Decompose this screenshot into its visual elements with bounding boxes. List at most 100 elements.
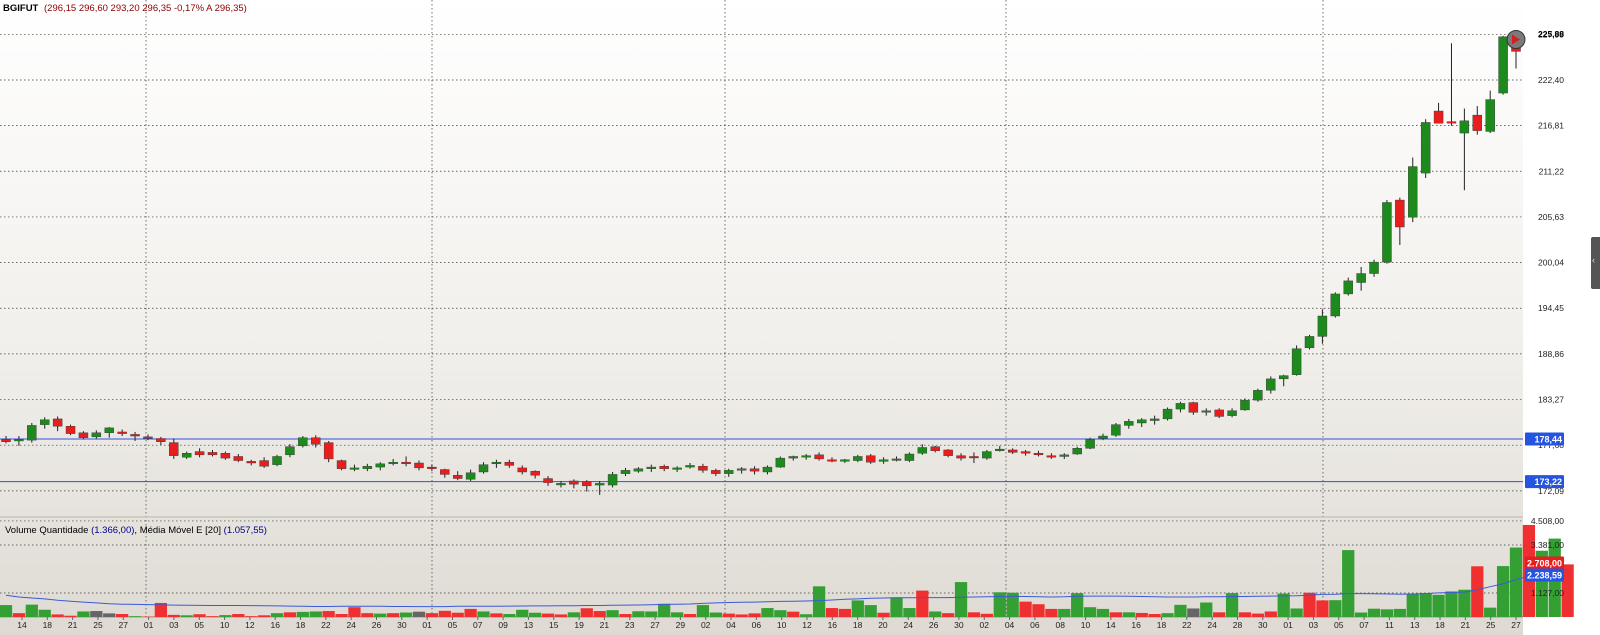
candle-body bbox=[298, 437, 308, 447]
chevron-left-icon: ‹ bbox=[1592, 255, 1595, 265]
candle-body bbox=[801, 455, 811, 458]
date-label: 18 bbox=[43, 620, 53, 630]
date-label: 04 bbox=[726, 620, 736, 630]
volume-bar bbox=[322, 611, 335, 617]
candle-body bbox=[78, 432, 89, 438]
volume-bar bbox=[180, 615, 193, 617]
volume-bar bbox=[954, 582, 968, 617]
date-label: 22 bbox=[1182, 620, 1192, 630]
candle-body bbox=[891, 458, 902, 461]
date-label: 01 bbox=[1283, 620, 1293, 630]
volume-bar bbox=[1135, 612, 1148, 617]
candle-body bbox=[1, 439, 11, 442]
volume-bar bbox=[1496, 566, 1510, 617]
candle-body bbox=[724, 470, 734, 474]
date-label: 05 bbox=[195, 620, 205, 630]
volume-bar bbox=[1509, 547, 1523, 617]
date-label: 08 bbox=[1055, 620, 1065, 630]
volume-bar bbox=[1290, 608, 1303, 617]
volume-bar bbox=[464, 608, 477, 617]
candle-body bbox=[311, 437, 321, 445]
volume-bar bbox=[1303, 592, 1316, 617]
date-label: 13 bbox=[524, 620, 534, 630]
price-chart[interactable]: 227,99222,40216,81211,22205,63200,04194,… bbox=[0, 0, 1600, 635]
volume-bar bbox=[670, 612, 684, 617]
candle-body bbox=[220, 453, 231, 459]
volume-bar bbox=[490, 613, 503, 617]
candle-body bbox=[323, 442, 334, 460]
candle-body bbox=[1291, 348, 1302, 375]
candle-body bbox=[762, 466, 773, 473]
candle-body bbox=[1098, 435, 1108, 439]
panel-collapse-handle[interactable]: ‹ bbox=[1591, 237, 1600, 289]
volume-bar bbox=[864, 605, 877, 617]
candle-body bbox=[1227, 410, 1237, 416]
candle-body bbox=[440, 469, 450, 475]
date-label: 26 bbox=[372, 620, 382, 630]
volume-bar bbox=[877, 612, 890, 617]
volume-bar bbox=[1122, 612, 1135, 617]
date-label: 24 bbox=[1207, 620, 1217, 630]
price-tick-label: 188,86 bbox=[1538, 349, 1564, 359]
candle-body bbox=[569, 480, 579, 485]
candle-body bbox=[427, 466, 437, 469]
volume-bar bbox=[451, 612, 464, 617]
candle-body bbox=[1214, 409, 1224, 417]
volume-bar bbox=[1471, 566, 1484, 617]
volume-bar bbox=[709, 612, 722, 617]
candle-body bbox=[582, 481, 592, 487]
volume-bar bbox=[1458, 589, 1471, 617]
candle-body bbox=[478, 464, 489, 473]
candle-body bbox=[401, 461, 411, 465]
volume-bar bbox=[722, 613, 735, 617]
upper-level-tag: 178,44 bbox=[1534, 434, 1562, 444]
candle-body bbox=[143, 436, 153, 439]
price-tick-label: 205,63 bbox=[1538, 212, 1564, 222]
candle-body bbox=[1420, 122, 1431, 174]
candle-body bbox=[272, 456, 282, 465]
date-label: 25 bbox=[93, 620, 103, 630]
date-label: 27 bbox=[650, 620, 660, 630]
date-label: 06 bbox=[1030, 620, 1040, 630]
price-tick-label: 222,40 bbox=[1538, 75, 1564, 85]
volume-bar bbox=[645, 611, 658, 617]
date-label: 10 bbox=[777, 620, 787, 630]
trading-chart[interactable]: 227,99 222,40 216,81 211,22 205,63 200,04 194,… bbox=[0, 0, 1600, 635]
volume-bar bbox=[1393, 608, 1406, 617]
volume-bar bbox=[167, 614, 180, 617]
candle-body bbox=[814, 454, 824, 460]
volume-bar bbox=[903, 608, 916, 617]
candle-body bbox=[659, 466, 669, 469]
volume-bar bbox=[1187, 608, 1200, 617]
price-tick-label: 200,04 bbox=[1538, 258, 1564, 268]
candle-body bbox=[1459, 120, 1470, 134]
volume-bar bbox=[77, 611, 90, 617]
candle-body bbox=[530, 470, 540, 476]
quote-values: (296,15 296,60 293,20 296,35 -0,17% A 29… bbox=[44, 3, 247, 14]
volume-bar bbox=[683, 614, 697, 617]
date-label: 05 bbox=[448, 620, 458, 630]
last-price-label: 225,88 bbox=[1538, 29, 1564, 39]
volume-bar bbox=[64, 615, 77, 617]
date-label: 27 bbox=[119, 620, 129, 630]
date-label: 12 bbox=[802, 620, 812, 630]
date-label: 03 bbox=[169, 620, 179, 630]
candle-body bbox=[181, 453, 192, 458]
candle-body bbox=[465, 472, 476, 480]
candle-body bbox=[1253, 390, 1263, 401]
date-label: 23 bbox=[625, 620, 635, 630]
date-label: 14 bbox=[1106, 620, 1116, 630]
volume-bar bbox=[1354, 612, 1368, 617]
volume-bar bbox=[1032, 604, 1045, 617]
candle-body bbox=[878, 459, 889, 462]
candle-body bbox=[917, 447, 928, 454]
candle-body bbox=[1162, 408, 1173, 420]
date-label: 02 bbox=[701, 620, 711, 630]
volume-bar bbox=[1329, 600, 1342, 617]
volume-bar bbox=[593, 611, 606, 617]
candle-body bbox=[672, 467, 682, 470]
candle-body bbox=[91, 432, 102, 438]
volume-bar bbox=[1109, 612, 1123, 617]
candle-body bbox=[414, 462, 424, 469]
date-label: 30 bbox=[1258, 620, 1268, 630]
